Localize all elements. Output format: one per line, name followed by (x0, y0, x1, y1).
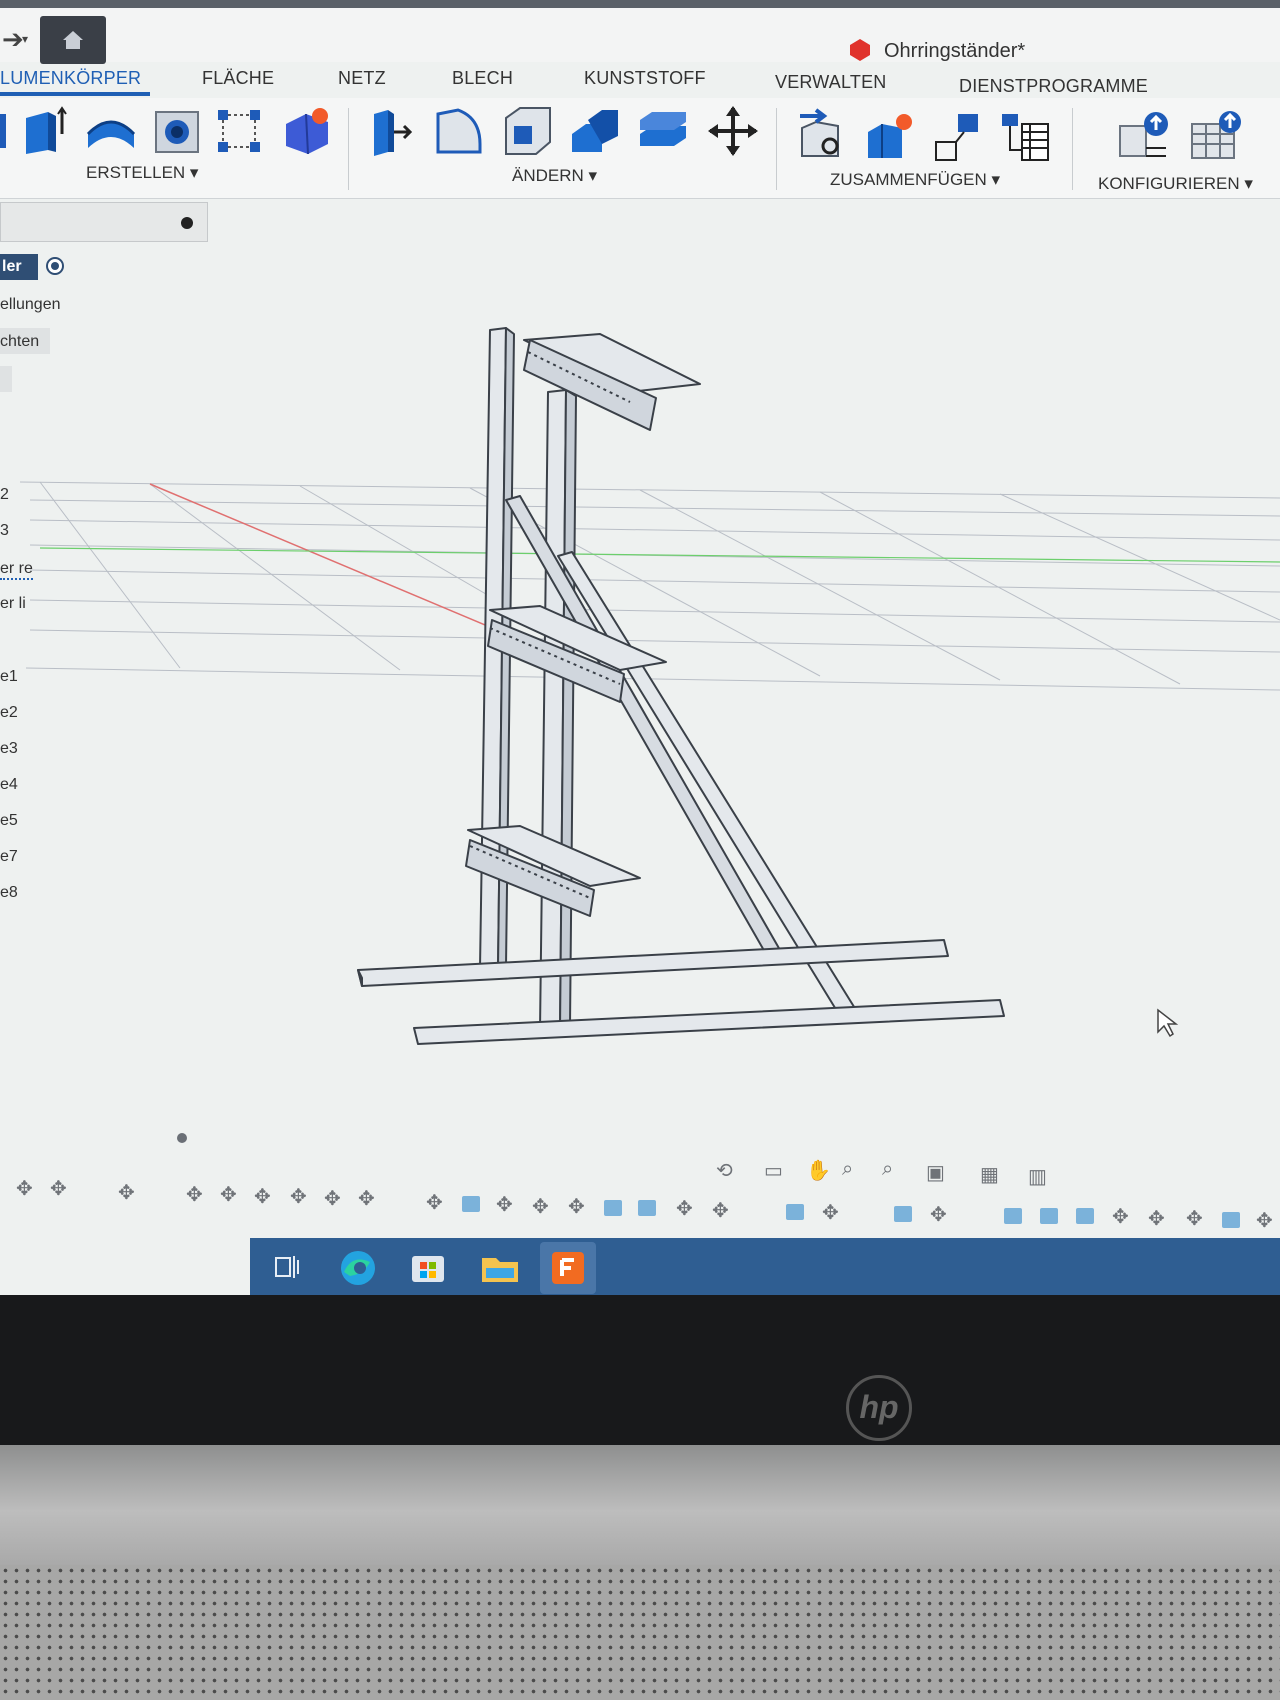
tab-kunststoff[interactable]: KUNSTSTOFF (584, 68, 706, 89)
group-erstellen[interactable]: ERSTELLEN ▾ (86, 163, 198, 183)
chevron-down-icon[interactable]: ▾ (22, 32, 28, 46)
laptop-body (0, 1445, 1280, 1565)
mouse-cursor-icon (1157, 1008, 1179, 1038)
pattern-icon[interactable] (212, 104, 266, 158)
document-title: Ohrringständer* (884, 40, 1026, 62)
hole-icon[interactable] (150, 104, 204, 158)
tab-flaeche[interactable]: FLÄCHE (202, 68, 274, 89)
timeline-move-icon[interactable]: ✥ (16, 1176, 33, 1201)
timeline-move-icon[interactable]: ✥ (220, 1182, 237, 1207)
earring-stand-model (357, 327, 1005, 1045)
fusion-360-icon (552, 1252, 584, 1284)
timeline-move-icon[interactable]: ✥ (496, 1192, 513, 1217)
toolbar-divider (1072, 108, 1073, 190)
timeline-move-icon[interactable]: ✥ (532, 1194, 549, 1219)
timeline-move-icon[interactable]: ✥ (1112, 1204, 1129, 1229)
speaker-grille (0, 1565, 1280, 1700)
y-axis-line (39, 547, 1280, 563)
timeline-feature-icon[interactable] (1040, 1208, 1058, 1224)
task-view-icon (275, 1256, 299, 1278)
tab-dienstprogramme[interactable]: DIENSTPROGRAMME (959, 76, 1148, 97)
edge-button[interactable] (330, 1242, 386, 1294)
timeline-feature-icon[interactable] (786, 1204, 804, 1220)
timeline-move-icon[interactable]: ✥ (50, 1176, 67, 1201)
timeline-move-icon[interactable]: ✥ (568, 1194, 585, 1219)
create-form-icon[interactable] (280, 104, 334, 158)
timeline-move-icon[interactable]: ✥ (712, 1198, 729, 1223)
active-tab-indicator (0, 92, 150, 96)
timeline-move-icon[interactable]: ✥ (930, 1202, 947, 1227)
fusion-360-button[interactable] (540, 1242, 596, 1294)
timeline-move-icon[interactable]: ✥ (118, 1180, 135, 1205)
tab-verwalten[interactable]: VERWALTEN (775, 72, 887, 93)
timeline-move-icon[interactable]: ✥ (822, 1200, 839, 1225)
toolbar-divider (348, 108, 349, 190)
store-button[interactable] (400, 1242, 456, 1294)
document-icon (850, 39, 870, 61)
revolve-icon[interactable] (84, 104, 138, 158)
title-bar: ➔ ▾ Ohrringständer* (0, 0, 1280, 64)
timeline-move-icon[interactable]: ✥ (254, 1184, 271, 1209)
move-icon[interactable] (706, 104, 760, 158)
timeline-move-icon[interactable]: ✥ (1256, 1208, 1273, 1233)
extrude-icon[interactable] (18, 104, 72, 158)
tab-netz[interactable]: NETZ (338, 68, 386, 89)
timeline-move-icon[interactable]: ✥ (290, 1184, 307, 1209)
store-icon (412, 1256, 444, 1282)
file-explorer-icon (482, 1258, 518, 1282)
timeline-move-icon[interactable]: ✥ (676, 1196, 693, 1221)
timeline-move-icon[interactable]: ✥ (324, 1186, 341, 1211)
offset-face-icon[interactable] (636, 104, 690, 158)
joint-icon[interactable] (796, 108, 850, 162)
task-view-button[interactable] (260, 1242, 316, 1294)
group-aendern[interactable]: ÄNDERN ▾ (512, 166, 597, 186)
timeline-feature-icon[interactable] (462, 1196, 480, 1212)
edge-icon (341, 1251, 375, 1285)
timeline-move-icon[interactable]: ✥ (186, 1182, 203, 1207)
press-pull-icon[interactable] (364, 104, 418, 158)
timeline-feature-icon[interactable] (638, 1200, 656, 1216)
undo-arrow-icon[interactable]: ➔ (2, 24, 24, 55)
rigid-group-icon[interactable] (930, 110, 984, 164)
timeline-feature-icon[interactable] (604, 1200, 622, 1216)
windows-taskbar (250, 1238, 1280, 1295)
timeline-feature-icon[interactable] (894, 1206, 912, 1222)
new-component-icon[interactable] (862, 110, 916, 164)
group-konfigurieren[interactable]: KONFIGURIEREN ▾ (1098, 174, 1253, 194)
timeline-move-icon[interactable]: ✥ (358, 1186, 375, 1211)
timeline-move-icon[interactable]: ✥ (426, 1190, 443, 1215)
screen: ➔ ▾ Ohrringständer* LUMENKÖRPER FLÄCHE N… (0, 0, 1280, 1295)
tab-volumenkoerper[interactable]: LUMENKÖRPER (0, 68, 141, 89)
timeline-feature-icon[interactable] (1222, 1212, 1240, 1228)
origin-point (177, 1133, 187, 1143)
toolbar-divider (776, 108, 777, 190)
bom-icon[interactable] (998, 110, 1052, 164)
hp-logo-icon: hp (846, 1375, 912, 1441)
shell-icon[interactable] (500, 104, 554, 158)
tab-blech[interactable]: BLECH (452, 68, 513, 89)
ribbon-toolbar: ERSTELLEN ▾ ÄNDERN ▾ ZUSAMMENFÜGEN ▾ KON… (0, 98, 1280, 199)
fillet-icon[interactable] (432, 104, 486, 158)
timeline-move-icon[interactable]: ✥ (1148, 1206, 1165, 1231)
combine-icon[interactable] (568, 104, 622, 158)
timeline-move-icon[interactable]: ✥ (1186, 1206, 1203, 1231)
home-icon (63, 31, 83, 49)
parameters-icon[interactable] (1116, 110, 1170, 164)
configure-table-icon[interactable] (1188, 110, 1242, 164)
home-button[interactable] (40, 16, 106, 64)
file-explorer-button[interactable] (472, 1242, 528, 1294)
timeline-feature-icon[interactable] (1004, 1208, 1022, 1224)
group-zusammenfuegen[interactable]: ZUSAMMENFÜGEN ▾ (830, 170, 1000, 190)
timeline-feature-icon[interactable] (1076, 1208, 1094, 1224)
laptop-bezel (0, 1295, 1280, 1445)
workspace-tabs: LUMENKÖRPER FLÄCHE NETZ BLECH KUNSTSTOFF… (0, 64, 1280, 98)
3d-viewport[interactable] (0, 200, 1280, 1160)
